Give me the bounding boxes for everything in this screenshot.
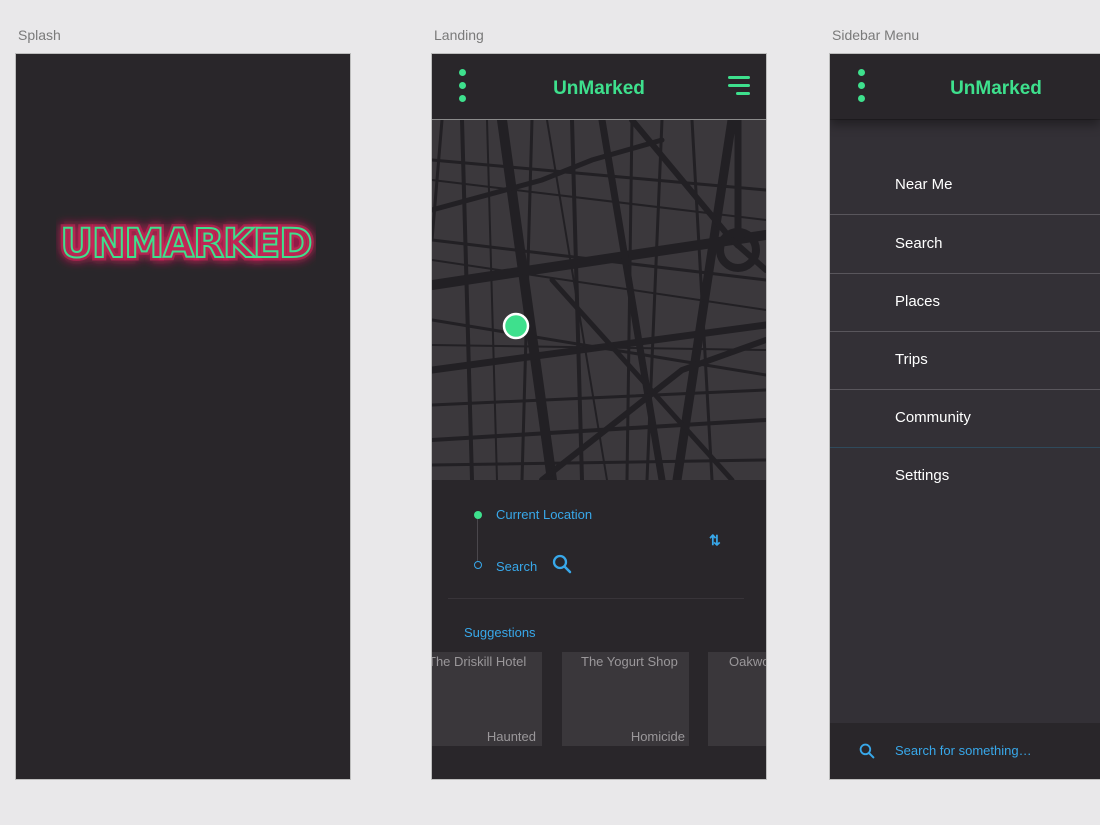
app-title: UnMarked [950, 78, 1042, 99]
sidebar-menu: Near Me Search Places Trips Community Se… [830, 120, 1100, 723]
route-connector [477, 519, 478, 561]
svg-text:UNMARKED: UNMARKED [60, 221, 311, 267]
suggestions-title: Suggestions [464, 625, 536, 640]
sidebar-item-label: Places [895, 293, 941, 310]
origin-field[interactable]: Current Location [496, 507, 592, 522]
suggestion-name: Oakwood Cemetery [729, 654, 766, 669]
sidebar-item-label: Trips [895, 351, 928, 368]
sidebar-menu-screen: UnMarked Near Me Search Places Trips Com… [830, 54, 1100, 779]
suggestion-name: The Yogurt Shop [581, 654, 678, 669]
suggestion-card[interactable]: The Yogurt Shop Homicide [562, 652, 689, 746]
sidebar-item-places[interactable]: Places [830, 273, 1100, 332]
suggestion-card[interactable]: Oakwood Cemetery [708, 652, 766, 746]
suggestion-card[interactable]: The Driskill Hotel Haunted [432, 652, 542, 746]
sidebar-item-search[interactable]: Search [830, 215, 1100, 274]
app-bar: UnMarked [432, 54, 766, 120]
suggestion-name: The Driskill Hotel [432, 654, 527, 669]
suggestion-tag: Haunted [486, 729, 536, 744]
artboard-label-landing: Landing [434, 27, 484, 43]
app-bar: UnMarked [830, 54, 1100, 119]
current-location-marker [502, 312, 530, 340]
bottom-search-bar[interactable]: Search for something… [830, 723, 1100, 779]
sidebar-item-trips[interactable]: Trips [830, 331, 1100, 390]
menu-icon[interactable] [728, 76, 750, 96]
more-options-icon[interactable] [855, 69, 867, 103]
sidebar-item-settings[interactable]: Settings [830, 447, 1100, 505]
map-view[interactable] [432, 120, 766, 480]
sidebar-item-label: Settings [895, 467, 950, 484]
sidebar-item-label: Search [895, 235, 943, 252]
swap-vertical-icon[interactable]: ⇅ [709, 532, 721, 549]
search-input[interactable]: Search for something… [895, 743, 1032, 758]
app-title: UnMarked [553, 78, 645, 99]
destination-field[interactable]: Search [496, 559, 537, 574]
artboard-label-sidebar: Sidebar Menu [832, 27, 920, 43]
sidebar-item-community[interactable]: Community [830, 389, 1100, 448]
suggestion-tag: Homicide [630, 729, 685, 744]
landing-screen: UnMarked Current Location Search ⇅ Sugge… [432, 54, 766, 779]
sidebar-item-near-me[interactable]: Near Me [830, 156, 1100, 215]
sidebar-item-label: Community [895, 409, 971, 426]
divider [448, 598, 744, 599]
artboard-label-splash: Splash [18, 27, 61, 43]
unmarked-logo: UNMARKED UNMARKED [57, 218, 316, 271]
origin-dot [474, 511, 482, 519]
sidebar-item-label: Near Me [895, 176, 953, 193]
search-icon[interactable] [552, 554, 572, 574]
destination-dot [474, 561, 482, 569]
search-icon[interactable] [859, 743, 875, 759]
splash-screen: UNMARKED UNMARKED [16, 54, 350, 779]
